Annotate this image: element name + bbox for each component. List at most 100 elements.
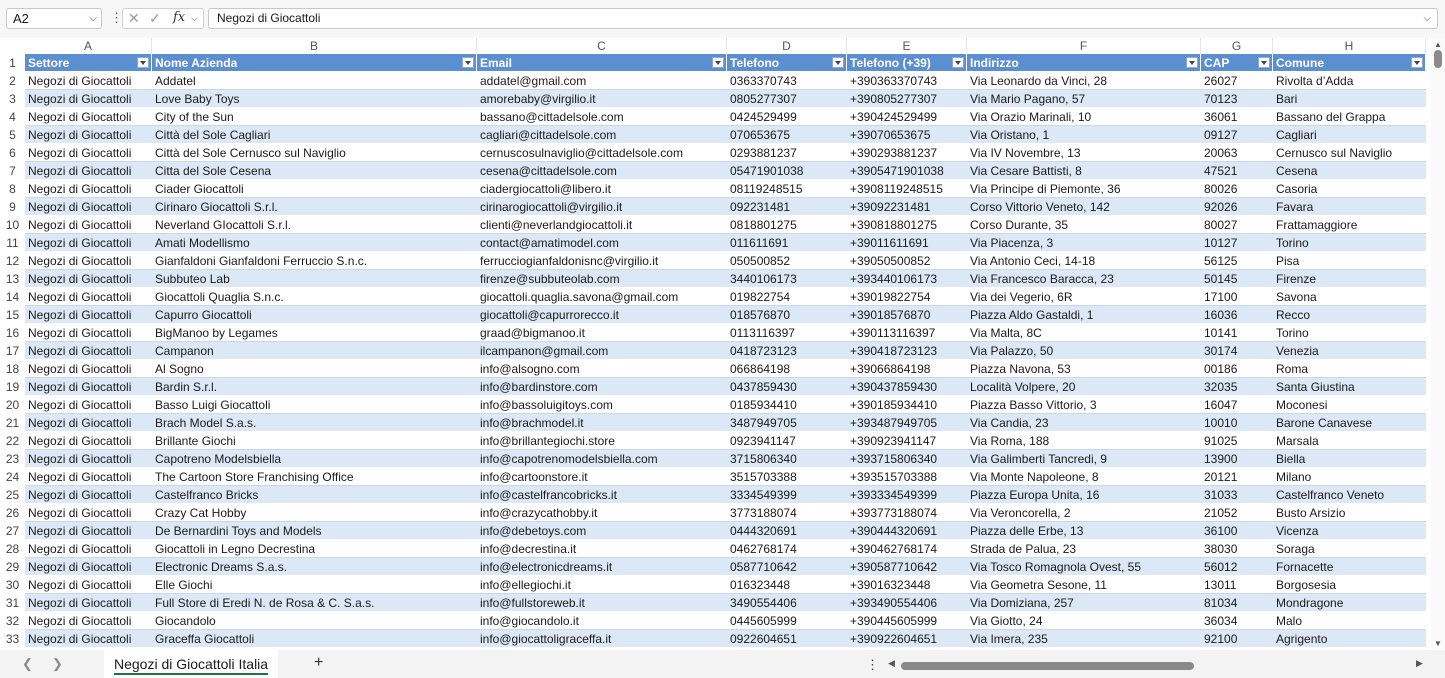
table-cell[interactable]: 81034 (1201, 594, 1273, 612)
table-cell[interactable]: 0923941147 (727, 432, 847, 450)
table-cell[interactable]: Negozi di Giocattoli (25, 270, 152, 288)
table-cell[interactable]: cesena@cittadelsole.com (477, 162, 727, 180)
table-cell[interactable]: 13900 (1201, 450, 1273, 468)
table-cell[interactable]: Electronic Dreams S.a.s. (152, 558, 477, 576)
table-cell[interactable]: Graceffa Giocattoli (152, 630, 477, 648)
table-cell[interactable]: 80026 (1201, 180, 1273, 198)
table-cell[interactable]: Strada de Palua, 23 (967, 540, 1201, 558)
row-number[interactable]: 3 (0, 90, 25, 108)
table-cell[interactable]: Via Palazzo, 50 (967, 342, 1201, 360)
table-cell[interactable]: 016323448 (727, 576, 847, 594)
table-cell[interactable]: 20121 (1201, 468, 1273, 486)
table-cell[interactable]: The Cartoon Store Franchising Office (152, 468, 477, 486)
row-number[interactable]: 16 (0, 324, 25, 342)
table-cell[interactable]: Negozi di Giocattoli (25, 144, 152, 162)
filter-dropdown-icon[interactable] (712, 57, 724, 68)
table-cell[interactable]: Basso Luigi Giocattoli (152, 396, 477, 414)
row-number[interactable]: 27 (0, 522, 25, 540)
next-sheet-icon[interactable]: ❯ (52, 656, 63, 672)
table-cell[interactable]: ciadergiocattoli@libero.it (477, 180, 727, 198)
row-number[interactable]: 18 (0, 360, 25, 378)
table-cell[interactable]: 0437859430 (727, 378, 847, 396)
table-cell[interactable]: 0424529499 (727, 108, 847, 126)
table-cell[interactable]: +393773188074 (847, 504, 967, 522)
table-cell[interactable]: 066864198 (727, 360, 847, 378)
table-cell[interactable]: info@decrestina.it (477, 540, 727, 558)
table-cell[interactable]: 16047 (1201, 396, 1273, 414)
row-number[interactable]: 8 (0, 180, 25, 198)
table-cell[interactable]: 0805277307 (727, 90, 847, 108)
table-cell[interactable]: Bari (1273, 90, 1426, 108)
table-cell[interactable]: Campanon (152, 342, 477, 360)
row-number[interactable]: 17 (0, 342, 25, 360)
row-number[interactable]: 4 (0, 108, 25, 126)
table-cell[interactable]: 0444320691 (727, 522, 847, 540)
table-cell[interactable]: info@bassoluigitoys.com (477, 396, 727, 414)
table-cell[interactable]: +390437859430 (847, 378, 967, 396)
row-number[interactable]: 21 (0, 414, 25, 432)
table-cell[interactable]: Negozi di Giocattoli (25, 540, 152, 558)
table-cell[interactable]: Negozi di Giocattoli (25, 432, 152, 450)
table-cell[interactable]: Torino (1273, 234, 1426, 252)
table-cell[interactable]: Negozi di Giocattoli (25, 306, 152, 324)
select-all-corner[interactable] (0, 38, 25, 54)
table-cell[interactable]: Via Galimberti Tancredi, 9 (967, 450, 1201, 468)
table-cell[interactable]: Negozi di Giocattoli (25, 396, 152, 414)
table-cell[interactable]: Cesena (1273, 162, 1426, 180)
table-cell[interactable]: Via Cesare Battisti, 8 (967, 162, 1201, 180)
filter-dropdown-icon[interactable] (952, 57, 964, 68)
table-cell[interactable]: 0293881237 (727, 144, 847, 162)
table-cell[interactable]: Moconesi (1273, 396, 1426, 414)
table-cell[interactable]: Via Orazio Marinali, 10 (967, 108, 1201, 126)
header-cell[interactable]: Comune (1273, 54, 1426, 72)
table-cell[interactable]: contact@amatimodel.com (477, 234, 727, 252)
table-cell[interactable]: info@cartoonstore.it (477, 468, 727, 486)
table-cell[interactable]: Negozi di Giocattoli (25, 324, 152, 342)
table-cell[interactable]: Casoria (1273, 180, 1426, 198)
table-cell[interactable]: Cernusco sul Naviglio (1273, 144, 1426, 162)
table-cell[interactable]: +390445605999 (847, 612, 967, 630)
chevron-down-icon[interactable]: ⌵ (191, 13, 198, 24)
table-cell[interactable]: +393715806340 (847, 450, 967, 468)
table-cell[interactable]: 0922604651 (727, 630, 847, 648)
chevron-down-icon[interactable]: ⌵ (89, 9, 97, 28)
table-cell[interactable]: Malo (1273, 612, 1426, 630)
table-cell[interactable]: 0587710642 (727, 558, 847, 576)
table-cell[interactable]: cagliari@cittadelsole.com (477, 126, 727, 144)
row-number[interactable]: 5 (0, 126, 25, 144)
table-cell[interactable]: Piazza Aldo Gastaldi, 1 (967, 306, 1201, 324)
table-cell[interactable]: +393440106173 (847, 270, 967, 288)
table-cell[interactable]: 0462768174 (727, 540, 847, 558)
table-cell[interactable]: Capurro Giocattoli (152, 306, 477, 324)
table-cell[interactable]: Via Piacenza, 3 (967, 234, 1201, 252)
row-number[interactable]: 13 (0, 270, 25, 288)
table-cell[interactable]: 20063 (1201, 144, 1273, 162)
row-number[interactable]: 15 (0, 306, 25, 324)
table-cell[interactable]: Via Principe di Piemonte, 36 (967, 180, 1201, 198)
cancel-icon[interactable]: ✕ (128, 10, 140, 27)
table-cell[interactable]: Via Francesco Baracca, 23 (967, 270, 1201, 288)
table-cell[interactable]: Via Domiziana, 257 (967, 594, 1201, 612)
more-options-icon[interactable]: ⋮ (866, 657, 879, 673)
row-number[interactable]: 9 (0, 198, 25, 216)
table-cell[interactable]: 0113116397 (727, 324, 847, 342)
table-cell[interactable]: Bardin S.r.l. (152, 378, 477, 396)
row-number[interactable]: 30 (0, 576, 25, 594)
expand-formula-icon[interactable]: ⌵ (1423, 9, 1431, 28)
row-number[interactable]: 33 (0, 630, 25, 648)
table-cell[interactable]: 08119248515 (727, 180, 847, 198)
table-cell[interactable]: Via Imera, 235 (967, 630, 1201, 648)
table-cell[interactable]: +390293881237 (847, 144, 967, 162)
row-number[interactable]: 12 (0, 252, 25, 270)
table-cell[interactable]: +39050500852 (847, 252, 967, 270)
name-box[interactable]: A2 ⌵ (6, 8, 102, 29)
table-cell[interactable]: Cirinaro Giocattoli S.r.l. (152, 198, 477, 216)
table-cell[interactable]: Subbuteo Lab (152, 270, 477, 288)
row-number[interactable]: 7 (0, 162, 25, 180)
table-cell[interactable]: Busto Arsizio (1273, 504, 1426, 522)
table-cell[interactable]: +390418723123 (847, 342, 967, 360)
table-cell[interactable]: Favara (1273, 198, 1426, 216)
table-cell[interactable]: Corso Vittorio Veneto, 142 (967, 198, 1201, 216)
table-cell[interactable]: Giocattoli Quaglia S.n.c. (152, 288, 477, 306)
table-cell[interactable]: Negozi di Giocattoli (25, 612, 152, 630)
